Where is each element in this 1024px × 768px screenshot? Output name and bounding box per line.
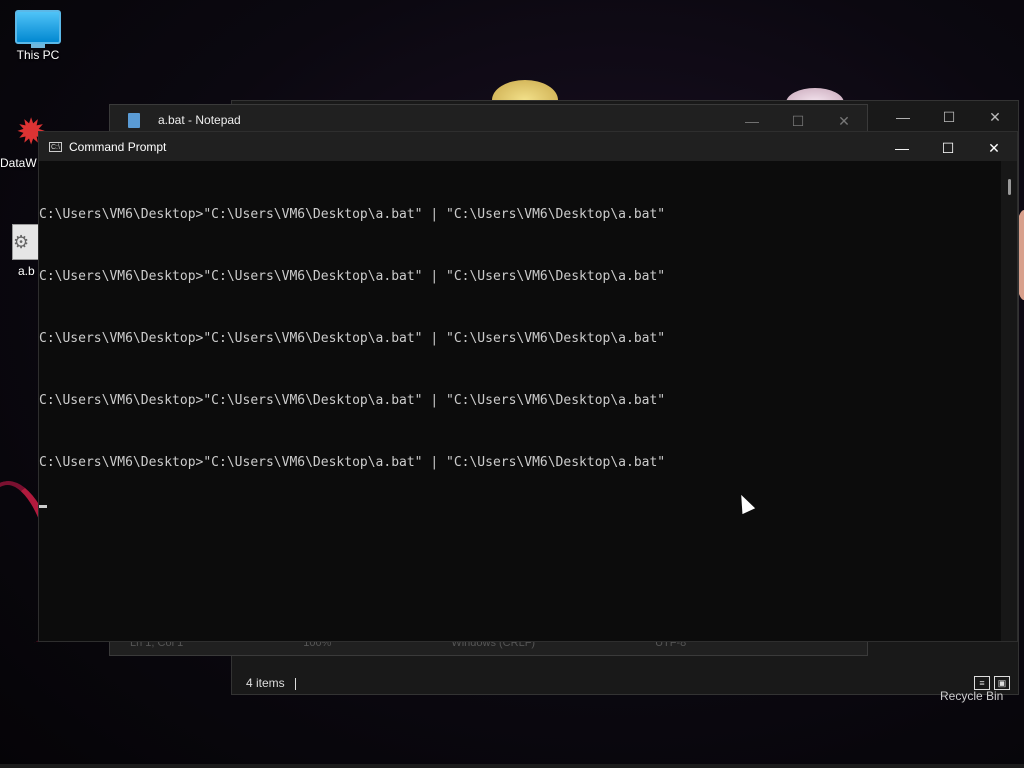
maximize-button[interactable]: ☐ <box>926 101 972 133</box>
item-count: 4 items <box>246 676 285 690</box>
scrollbar-thumb[interactable] <box>1008 179 1011 195</box>
taskbar-edge <box>0 764 1024 768</box>
minimize-button[interactable]: — <box>880 101 926 133</box>
console-line: C:\Users\VM6\Desktop>"C:\Users\VM6\Deskt… <box>39 269 666 284</box>
vertical-scrollbar[interactable] <box>1001 161 1017 641</box>
status-bar: 4 items <box>246 676 296 690</box>
window-title: a.bat - Notepad <box>158 113 241 127</box>
divider <box>294 677 296 690</box>
notepad-icon <box>128 112 140 128</box>
console-line: C:\Users\VM6\Desktop>"C:\Users\VM6\Deskt… <box>39 331 666 346</box>
text-cursor <box>39 505 47 508</box>
close-button[interactable]: ✕ <box>972 101 1018 133</box>
details-view-icon[interactable]: ≡ <box>974 676 990 690</box>
command-prompt-window[interactable]: C:\ Command Prompt — ☐ ✕ C:\Users\VM6\De… <box>38 131 1018 642</box>
close-button[interactable]: ✕ <box>971 132 1017 164</box>
desktop-icon-this-pc[interactable]: This PC <box>0 10 76 62</box>
window-title: Command Prompt <box>69 139 167 154</box>
maximize-button[interactable]: ☐ <box>925 132 971 164</box>
title-bar[interactable]: C:\ Command Prompt — ☐ ✕ <box>39 132 1017 161</box>
desktop-icon-label: This PC <box>16 48 60 62</box>
desktop-icon-recycle-bin-label[interactable]: Recycle Bin <box>940 689 1003 703</box>
cmd-icon: C:\ <box>49 141 62 152</box>
console-line: C:\Users\VM6\Desktop>"C:\Users\VM6\Deskt… <box>39 455 666 470</box>
monitor-icon <box>15 10 61 48</box>
console-line: C:\Users\VM6\Desktop>"C:\Users\VM6\Deskt… <box>39 393 666 408</box>
console-output[interactable]: C:\Users\VM6\Desktop>"C:\Users\VM6\Deskt… <box>39 161 1001 641</box>
large-icons-view-icon[interactable]: ▣ <box>994 676 1010 690</box>
console-line: C:\Users\VM6\Desktop>"C:\Users\VM6\Deskt… <box>39 207 666 222</box>
minimize-button[interactable]: — <box>879 132 925 164</box>
